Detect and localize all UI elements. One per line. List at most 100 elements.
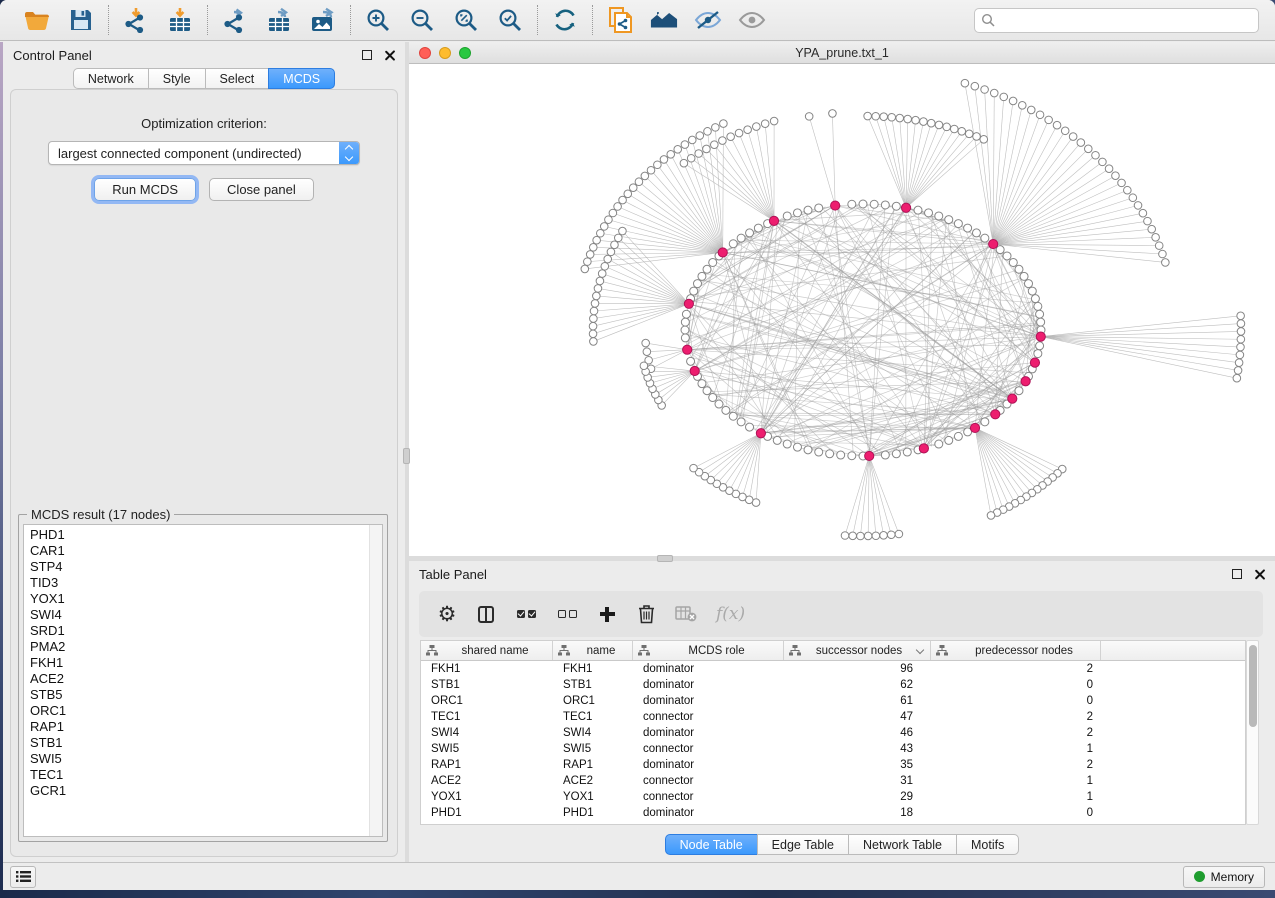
delete-table-icon[interactable]: [675, 602, 697, 626]
mcds-result-item[interactable]: SRD1: [30, 623, 382, 639]
mcds-result-item[interactable]: STB5: [30, 687, 382, 703]
table-row[interactable]: RAP1RAP1dominator352: [421, 757, 1245, 773]
network-graph[interactable]: [409, 64, 1275, 555]
mcds-result-item[interactable]: ORC1: [30, 703, 382, 719]
show-panel-list-button[interactable]: [10, 866, 36, 888]
table-row[interactable]: SWI4SWI4dominator462: [421, 725, 1245, 741]
network-canvas[interactable]: [409, 64, 1275, 555]
table-row[interactable]: FKH1FKH1dominator962: [421, 661, 1245, 677]
table-options-gear-icon[interactable]: ⚙: [437, 602, 457, 626]
apply-preferred-layout-icon[interactable]: [551, 6, 579, 34]
table-cell: dominator: [633, 661, 784, 677]
close-panel-button[interactable]: Close panel: [209, 178, 314, 201]
mcds-result-item[interactable]: SWI5: [30, 751, 382, 767]
table-panel-title: Table Panel: [419, 567, 487, 582]
mcds-result-item[interactable]: TID3: [30, 575, 382, 591]
zoom-selected-icon[interactable]: [496, 6, 524, 34]
table-cell: 2: [931, 661, 1101, 677]
table-row[interactable]: TEC1TEC1connector472: [421, 709, 1245, 725]
mcds-result-item[interactable]: ACE2: [30, 671, 382, 687]
search-input[interactable]: [974, 8, 1259, 33]
float-panel-icon[interactable]: [362, 50, 372, 60]
mcds-result-item[interactable]: STB1: [30, 735, 382, 751]
tab-motifs[interactable]: Motifs: [956, 834, 1019, 855]
optimization-criterion-dropdown[interactable]: largest connected component (undirected): [48, 141, 360, 165]
tab-mcds[interactable]: MCDS: [268, 68, 335, 89]
import-table-from-file-icon[interactable]: [166, 6, 194, 34]
mcds-result-listbox[interactable]: PHD1CAR1STP4TID3YOX1SWI4SRD1PMA2FKH1ACE2…: [23, 524, 383, 837]
sort-dropdown-icon[interactable]: [916, 645, 924, 653]
export-group: [208, 6, 350, 34]
table-row[interactable]: PHD1PHD1dominator180: [421, 805, 1245, 821]
horizontal-split-grip[interactable]: [657, 555, 673, 562]
network-window-title: YPA_prune.txt_1: [409, 46, 1275, 60]
run-mcds-button[interactable]: Run MCDS: [94, 178, 196, 201]
close-panel-icon[interactable]: [1254, 569, 1265, 580]
mcds-result-item[interactable]: PMA2: [30, 639, 382, 655]
delete-columns-trash-icon[interactable]: [636, 602, 656, 626]
table-panel: Table Panel ⚙ f(x) shared namenameMCDS r…: [409, 561, 1275, 862]
mcds-result-item[interactable]: TEC1: [30, 767, 382, 783]
clone-network-icon[interactable]: [606, 6, 634, 34]
show-columns-icon[interactable]: [476, 602, 496, 626]
mcds-list-scrollbar[interactable]: [369, 525, 382, 836]
node-table[interactable]: shared namenameMCDS rolesuccessor nodesp…: [420, 640, 1246, 825]
memory-button[interactable]: Memory: [1183, 866, 1265, 888]
export-image-icon[interactable]: [309, 6, 337, 34]
mcds-result-item[interactable]: FKH1: [30, 655, 382, 671]
zoom-out-icon[interactable]: [408, 6, 436, 34]
zoom-fit-content-icon[interactable]: [452, 6, 480, 34]
tab-style[interactable]: Style: [148, 68, 205, 89]
first-neighbors-icon[interactable]: [650, 6, 678, 34]
deselect-all-columns-icon[interactable]: [556, 602, 578, 626]
table-cell: 62: [784, 677, 931, 693]
column-header-MCDS-role[interactable]: MCDS role: [633, 641, 784, 660]
column-header-name[interactable]: name: [553, 641, 633, 660]
mcds-result-item[interactable]: GCR1: [30, 783, 382, 799]
table-row[interactable]: YOX1YOX1connector291: [421, 789, 1245, 805]
mcds-result-item[interactable]: YOX1: [30, 591, 382, 607]
mcds-result-item[interactable]: CAR1: [30, 543, 382, 559]
column-header-predecessor-nodes[interactable]: predecessor nodes: [931, 641, 1101, 660]
export-table-icon[interactable]: [265, 6, 293, 34]
network-window-titlebar[interactable]: YPA_prune.txt_1: [409, 42, 1275, 64]
table-row[interactable]: ACE2ACE2connector311: [421, 773, 1245, 789]
show-all-icon[interactable]: [738, 6, 766, 34]
float-panel-icon[interactable]: [1232, 569, 1242, 579]
mcds-result-item[interactable]: SWI4: [30, 607, 382, 623]
table-cell: 0: [931, 805, 1101, 821]
function-builder-icon[interactable]: f(x): [716, 602, 745, 626]
vertical-split-divider[interactable]: [405, 42, 409, 862]
table-scrollbar-thumb[interactable]: [1249, 645, 1257, 727]
import-network-from-file-icon[interactable]: [122, 6, 150, 34]
export-network-icon[interactable]: [221, 6, 249, 34]
tab-select[interactable]: Select: [205, 68, 269, 89]
table-vertical-scrollbar[interactable]: [1246, 640, 1259, 825]
mcds-result-item[interactable]: PHD1: [30, 527, 382, 543]
table-row[interactable]: STB1STB1dominator620: [421, 677, 1245, 693]
table-row[interactable]: SWI5SWI5connector431: [421, 741, 1245, 757]
tab-edge-table[interactable]: Edge Table: [757, 834, 848, 855]
horizontal-split-divider[interactable]: [409, 556, 1275, 561]
column-header-successor-nodes[interactable]: successor nodes: [784, 641, 931, 660]
create-column-plus-icon[interactable]: [597, 602, 617, 626]
table-cell: 2: [931, 709, 1101, 725]
table-row[interactable]: ORC1ORC1dominator610: [421, 693, 1245, 709]
save-session-icon[interactable]: [67, 6, 95, 34]
close-panel-icon[interactable]: [384, 50, 395, 61]
mcds-result-item[interactable]: RAP1: [30, 719, 382, 735]
open-file-icon[interactable]: [23, 6, 51, 34]
dropdown-selected-value: largest connected component (undirected): [49, 146, 339, 161]
desktop-edge-strip: [0, 42, 3, 890]
column-header-shared-name[interactable]: shared name: [421, 641, 553, 660]
tab-network-table[interactable]: Network Table: [848, 834, 956, 855]
table-cell: dominator: [633, 677, 784, 693]
tab-network[interactable]: Network: [73, 68, 148, 89]
mcds-result-item[interactable]: STP4: [30, 559, 382, 575]
hide-selected-icon[interactable]: [694, 6, 722, 34]
tab-node-table[interactable]: Node Table: [665, 834, 757, 855]
vertical-split-grip[interactable]: [403, 448, 410, 464]
select-all-columns-icon[interactable]: [515, 602, 537, 626]
zoom-in-icon[interactable]: [364, 6, 392, 34]
table-cell: dominator: [633, 693, 784, 709]
